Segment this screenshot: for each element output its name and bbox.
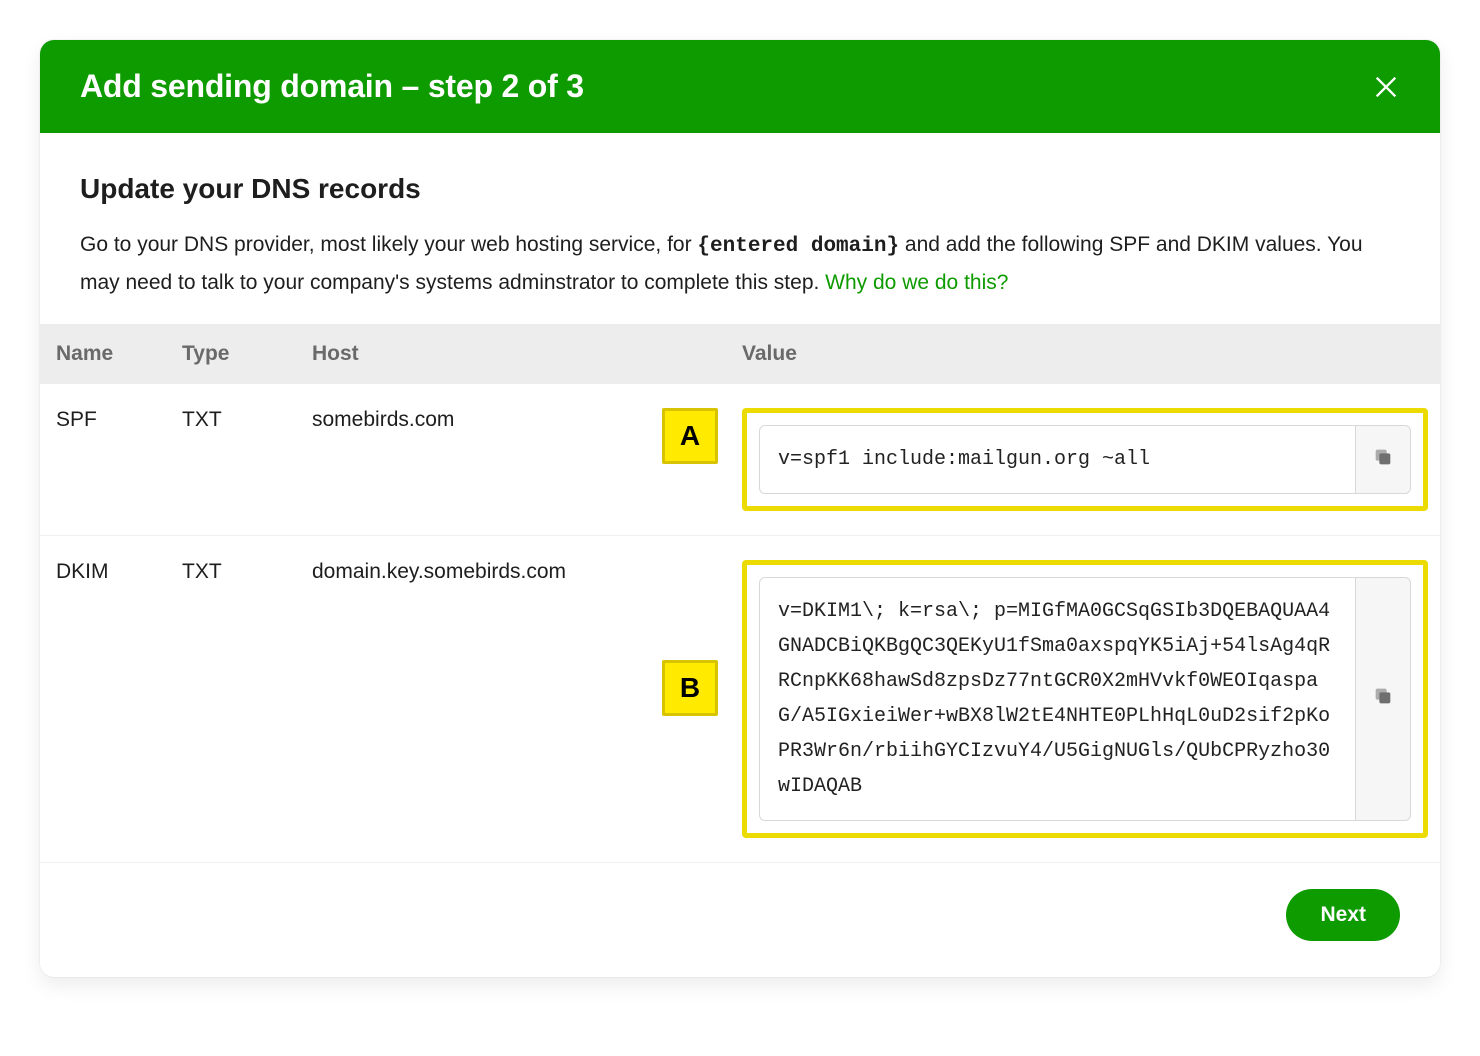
copy-dkim-button[interactable]	[1355, 577, 1411, 821]
record-name: SPF	[40, 384, 170, 536]
dns-records-table: Name Type Host Value SPF TXT somebirds.c…	[40, 324, 1440, 863]
record-type: TXT	[170, 536, 300, 863]
dkim-value[interactable]: v=DKIM1\; k=rsa\; p=MIGfMA0GCSqGSIb3DQEB…	[759, 577, 1355, 821]
annotation-badge-a: A	[662, 408, 718, 464]
modal-footer: Next	[40, 863, 1440, 977]
add-sending-domain-modal: Add sending domain – step 2 of 3 Update …	[40, 40, 1440, 977]
close-icon[interactable]	[1372, 73, 1400, 101]
entered-domain-token: {entered domain}	[697, 235, 899, 258]
col-value-header: Value	[730, 324, 1440, 384]
spf-value[interactable]: v=spf1 include:mailgun.org ~all	[759, 425, 1355, 494]
value-highlight-b: v=DKIM1\; k=rsa\; p=MIGfMA0GCSqGSIb3DQEB…	[742, 560, 1428, 838]
record-name: DKIM	[40, 536, 170, 863]
table-row: DKIM TXT domain.key.somebirds.com B v=DK…	[40, 536, 1440, 863]
record-host-cell: domain.key.somebirds.com B	[300, 536, 730, 863]
modal-body: Update your DNS records Go to your DNS p…	[40, 133, 1440, 324]
annotation-badge-b: B	[662, 660, 718, 716]
record-host-cell: somebirds.com A	[300, 384, 730, 536]
record-type: TXT	[170, 384, 300, 536]
record-value-cell: v=spf1 include:mailgun.org ~all	[730, 384, 1440, 536]
copy-icon	[1372, 685, 1394, 713]
table-row: SPF TXT somebirds.com A v=spf1 include:m…	[40, 384, 1440, 536]
table-header-row: Name Type Host Value	[40, 324, 1440, 384]
section-title: Update your DNS records	[80, 173, 1400, 205]
intro-pre: Go to your DNS provider, most likely you…	[80, 233, 697, 256]
record-host: domain.key.somebirds.com	[312, 560, 566, 584]
col-type-header: Type	[170, 324, 300, 384]
record-value-cell: v=DKIM1\; k=rsa\; p=MIGfMA0GCSqGSIb3DQEB…	[730, 536, 1440, 863]
record-host: somebirds.com	[312, 408, 454, 432]
copy-icon	[1372, 446, 1394, 474]
section-intro: Go to your DNS provider, most likely you…	[80, 227, 1400, 300]
col-name-header: Name	[40, 324, 170, 384]
why-do-we-do-this-link[interactable]: Why do we do this?	[825, 271, 1008, 294]
next-button[interactable]: Next	[1286, 889, 1400, 941]
value-highlight-a: v=spf1 include:mailgun.org ~all	[742, 408, 1428, 511]
col-host-header: Host	[300, 324, 730, 384]
copy-spf-button[interactable]	[1355, 425, 1411, 494]
modal-title: Add sending domain – step 2 of 3	[80, 68, 584, 105]
modal-header: Add sending domain – step 2 of 3	[40, 40, 1440, 133]
